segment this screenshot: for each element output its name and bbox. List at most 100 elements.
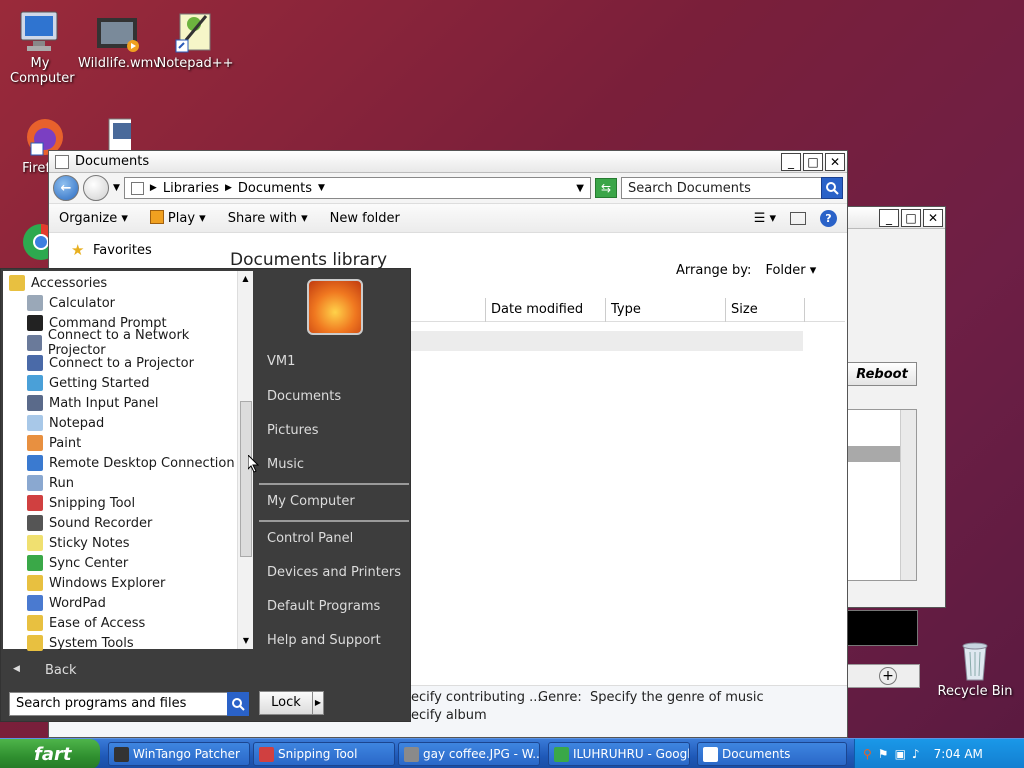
default-programs-link[interactable]: Default Programs bbox=[267, 599, 380, 614]
list-selected-row[interactable] bbox=[848, 446, 902, 462]
recent-dropdown-icon[interactable]: ▼ bbox=[113, 183, 120, 193]
breadcrumb-documents[interactable]: Documents bbox=[238, 181, 312, 196]
zoom-in-icon[interactable]: + bbox=[879, 667, 897, 685]
forward-arrow-icon[interactable] bbox=[83, 175, 109, 201]
background-window[interactable]: _ □ ✕ Reboot bbox=[846, 206, 946, 608]
back-arrow-icon[interactable]: ← bbox=[53, 175, 79, 201]
program-label: Sticky Notes bbox=[49, 535, 130, 551]
user-name-link[interactable]: VM1 bbox=[267, 354, 295, 369]
help-icon[interactable]: ? bbox=[820, 209, 837, 227]
search-icon[interactable] bbox=[821, 177, 843, 199]
new-folder-button[interactable]: New folder bbox=[330, 211, 400, 226]
search-tray-icon[interactable]: ⚲ bbox=[863, 747, 872, 761]
address-bar[interactable]: ▶ Libraries ▶ Documents ▼ ▼ bbox=[123, 177, 591, 199]
network-projector-icon bbox=[27, 335, 42, 351]
back-button[interactable]: ◀ Back bbox=[3, 655, 253, 687]
network-icon[interactable]: ▣ bbox=[895, 747, 906, 761]
documents-link[interactable]: Documents bbox=[267, 389, 341, 404]
list-scrollbar[interactable] bbox=[900, 410, 916, 580]
program-item[interactable]: Sticky Notes bbox=[5, 533, 237, 553]
program-item[interactable]: Accessories bbox=[5, 273, 237, 293]
search-icon[interactable] bbox=[227, 692, 249, 716]
program-item[interactable]: Sync Center bbox=[5, 553, 237, 573]
program-item[interactable]: Calculator bbox=[5, 293, 237, 313]
refresh-icon[interactable]: ⇆ bbox=[595, 178, 617, 198]
share-with-button[interactable]: Share with ▾ bbox=[228, 211, 308, 226]
file-row-selected[interactable] bbox=[411, 331, 803, 351]
breadcrumb-libraries[interactable]: Libraries bbox=[163, 181, 219, 196]
sticky-notes-icon bbox=[27, 535, 43, 551]
program-item[interactable]: Ease of Access bbox=[5, 613, 237, 633]
program-item[interactable]: Remote Desktop Connection bbox=[5, 453, 237, 473]
program-item[interactable]: Connect to a Network Projector bbox=[5, 328, 237, 358]
pictures-link[interactable]: Pictures bbox=[267, 423, 318, 438]
program-item[interactable]: Notepad bbox=[5, 413, 237, 433]
breadcrumb-chevron-icon[interactable]: ▶ bbox=[225, 183, 232, 193]
program-item[interactable]: Paint bbox=[5, 433, 237, 453]
volume-icon[interactable]: ♪ bbox=[912, 747, 920, 761]
minimize-icon[interactable]: _ bbox=[781, 152, 801, 171]
program-item[interactable]: Windows Explorer bbox=[5, 573, 237, 593]
column-header-size[interactable]: Size bbox=[725, 298, 805, 322]
shutdown-options-icon[interactable]: ▶ bbox=[312, 691, 324, 715]
user-picture[interactable] bbox=[307, 279, 363, 335]
column-header-type[interactable]: Type bbox=[605, 298, 725, 322]
taskbar-button[interactable]: Documents bbox=[697, 742, 847, 766]
program-item[interactable]: Getting Started bbox=[5, 373, 237, 393]
program-search-input[interactable]: Search programs and files bbox=[9, 692, 249, 716]
search-input[interactable]: Search Documents bbox=[621, 177, 843, 199]
maximize-icon[interactable]: □ bbox=[803, 152, 823, 171]
details-album[interactable]: ecify album bbox=[411, 708, 487, 723]
calculator-icon bbox=[27, 295, 43, 311]
program-item[interactable]: Sound Recorder bbox=[5, 513, 237, 533]
start-button[interactable]: fart bbox=[0, 739, 100, 768]
organize-button[interactable]: Organize ▾ bbox=[59, 211, 128, 226]
lock-button[interactable]: Lock bbox=[259, 691, 313, 715]
music-link[interactable]: Music bbox=[267, 457, 304, 472]
background-window-titlebar[interactable]: _ □ ✕ bbox=[847, 207, 945, 229]
clock[interactable]: 7:04 AM bbox=[934, 747, 983, 761]
desktop-icon-notepadpp[interactable]: Notepad++ bbox=[155, 10, 235, 71]
reboot-button[interactable]: Reboot bbox=[847, 362, 917, 386]
view-options-icon[interactable]: ☰ ▾ bbox=[754, 211, 776, 226]
maximize-icon[interactable]: □ bbox=[901, 208, 921, 227]
scroll-down-icon[interactable]: ▼ bbox=[238, 633, 254, 649]
address-dropdown-icon[interactable]: ▼ bbox=[576, 183, 584, 194]
desktop-icon-wildlife[interactable]: Wildlife.wmv bbox=[78, 10, 161, 71]
background-black-panel bbox=[846, 610, 918, 646]
preview-pane-icon[interactable] bbox=[790, 211, 806, 225]
program-item[interactable]: WordPad bbox=[5, 593, 237, 613]
flag-icon[interactable]: ⚑ bbox=[878, 747, 889, 761]
taskbar-button[interactable]: Snipping Tool bbox=[253, 742, 395, 766]
scroll-thumb[interactable] bbox=[240, 401, 252, 557]
breadcrumb-chevron-icon[interactable]: ▶ bbox=[150, 183, 157, 193]
background-zoom-bar[interactable]: + bbox=[846, 664, 920, 688]
details-genre[interactable]: Genre: Specify the genre of music bbox=[538, 690, 764, 705]
play-button[interactable]: Play ▾ bbox=[149, 210, 206, 226]
minimize-icon[interactable]: _ bbox=[879, 208, 899, 227]
close-icon[interactable]: ✕ bbox=[825, 152, 845, 171]
close-icon[interactable]: ✕ bbox=[923, 208, 943, 227]
devices-printers-link[interactable]: Devices and Printers bbox=[267, 565, 401, 580]
desktop-icon-my-computer[interactable]: My Computer bbox=[0, 10, 80, 86]
program-item[interactable]: System Tools bbox=[5, 633, 237, 653]
column-header-date[interactable]: Date modified bbox=[485, 298, 605, 322]
taskbar-button[interactable]: WinTango Patcher bbox=[108, 742, 250, 766]
details-contributing[interactable]: ecify contributing ... bbox=[411, 690, 542, 705]
arrange-folder-dropdown[interactable]: Folder ▾ bbox=[765, 263, 816, 278]
taskbar-button[interactable]: gay coffee.JPG - W... bbox=[398, 742, 540, 766]
program-item[interactable]: Run bbox=[5, 473, 237, 493]
command-bar: Organize ▾ Play ▾ Share with ▾ New folde… bbox=[49, 203, 847, 233]
taskbar-button[interactable]: ILUHRUHRU - Googl... bbox=[548, 742, 690, 766]
program-item[interactable]: Snipping Tool bbox=[5, 493, 237, 513]
scroll-up-icon[interactable]: ▲ bbox=[238, 271, 253, 287]
help-support-link[interactable]: Help and Support bbox=[267, 633, 381, 648]
explorer-titlebar[interactable]: Documents _ □ ✕ bbox=[49, 151, 847, 173]
breadcrumb-chevron-icon[interactable]: ▼ bbox=[318, 183, 325, 193]
my-computer-link[interactable]: My Computer bbox=[267, 494, 355, 509]
program-item[interactable]: Math Input Panel bbox=[5, 393, 237, 413]
control-panel-link[interactable]: Control Panel bbox=[267, 531, 353, 546]
background-list[interactable] bbox=[847, 409, 917, 581]
nav-favorites[interactable]: Favorites bbox=[93, 243, 152, 258]
desktop-icon-recycle-bin[interactable]: Recycle Bin bbox=[935, 638, 1015, 699]
